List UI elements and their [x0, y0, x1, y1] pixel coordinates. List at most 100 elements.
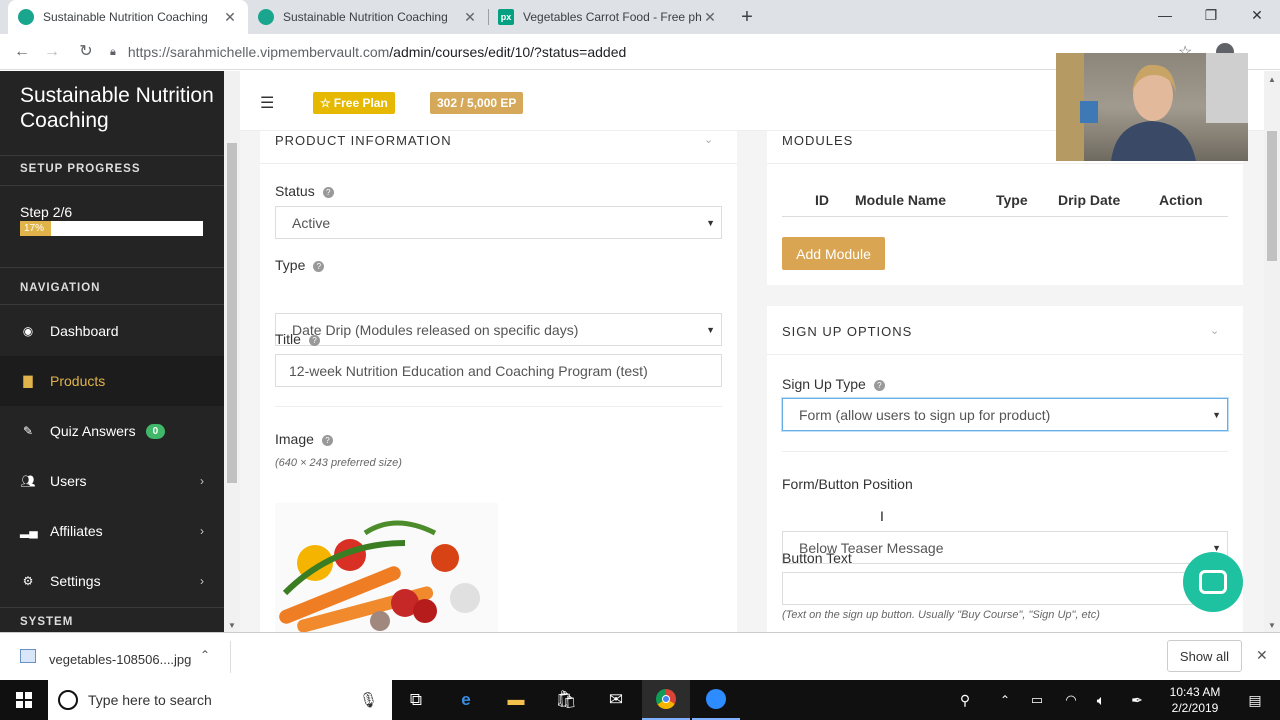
status-label: Status? [275, 183, 334, 199]
quiz-count-badge: 0 [145, 423, 166, 439]
free-plan-badge[interactable]: ☆ Free Plan [313, 92, 395, 114]
button-text-input[interactable] [782, 572, 1228, 605]
scrollbar-thumb[interactable] [1267, 131, 1277, 261]
brand-title[interactable]: Sustainable Nutrition Coaching [20, 83, 220, 133]
chat-widget-button[interactable] [1183, 552, 1243, 612]
sidebar-item-dashboard[interactable]: ◉ Dashboard [0, 306, 224, 356]
restore-icon[interactable]: ❐ [1188, 0, 1234, 30]
taskbar-search-box[interactable]: Type here to search 🎙︎ [48, 680, 392, 720]
help-icon[interactable]: ? [313, 261, 325, 272]
browser-tab-active[interactable]: Sustainable Nutrition Coaching ✕ [8, 0, 248, 34]
sidebar-item-affiliates[interactable]: ▂▄ Affiliates › [0, 506, 224, 556]
collapse-chevron-icon[interactable]: ⌄ [704, 133, 713, 146]
image-size-hint: (640 × 243 preferred size) [275, 457, 402, 469]
type-select[interactable]: Date Drip (Modules released on specific … [275, 313, 722, 346]
help-icon[interactable]: ? [308, 335, 320, 346]
show-all-button[interactable]: Show all [1167, 640, 1242, 672]
sidebar-item-settings[interactable]: ⚙ Settings › [0, 556, 224, 606]
pexels-favicon-icon: px [498, 9, 514, 25]
scroll-down-icon[interactable]: ▼ [1268, 621, 1276, 630]
file-explorer-icon[interactable]: ▬ [492, 680, 540, 720]
download-bar: vegetables-108506....jpg ⌃ Show all ✕ [0, 632, 1280, 680]
chevron-right-icon: › [200, 474, 204, 488]
collapse-chevron-icon[interactable]: ⌄ [1210, 324, 1219, 337]
minimize-icon[interactable]: — [1142, 0, 1188, 30]
divider [275, 406, 722, 407]
setup-step-label: Step 2/6 [20, 204, 73, 220]
add-module-button[interactable]: Add Module [782, 237, 885, 270]
windows-start-icon[interactable] [0, 680, 48, 720]
system-heading: SYSTEM [20, 616, 74, 628]
page-scrollbar[interactable]: ▲ ▼ [1264, 71, 1280, 632]
clock-date: 2/2/2019 [1171, 701, 1219, 715]
scroll-up-icon[interactable]: ▲ [1268, 75, 1276, 84]
users-icon: 👥︎ [20, 474, 36, 488]
browser-tab[interactable]: Sustainable Nutrition Coaching ✕ [248, 0, 488, 34]
close-tab-icon[interactable]: ✕ [222, 9, 238, 26]
chevron-right-icon: › [200, 524, 204, 538]
browser-tab-strip: Sustainable Nutrition Coaching ✕ Sustain… [0, 0, 1280, 34]
new-tab-icon[interactable]: + [736, 6, 758, 28]
url-domain: https://sarahmichelle.vipmembervault.com [127, 44, 390, 60]
microphone-icon[interactable]: 🎙︎ [359, 691, 378, 709]
close-window-icon[interactable]: ✕ [1234, 0, 1280, 30]
close-download-bar-icon[interactable]: ✕ [1256, 647, 1268, 664]
divider [0, 304, 224, 305]
site-favicon-icon [258, 9, 274, 25]
edge-icon[interactable]: e [442, 680, 490, 720]
address-bar[interactable]: 🔒︎ https://sarahmichelle.vipmembervault.… [110, 37, 1210, 67]
browser-tab[interactable]: px Vegetables Carrot Food - Free ph ✕ [488, 0, 728, 34]
main-content: PRODUCT INFORMATION ⌄ Status? Active ▼ Ty… [240, 131, 1265, 632]
product-image[interactable] [275, 503, 498, 632]
clock[interactable]: 10:43 AM 2/2/2019 [1160, 684, 1230, 716]
url-path: /admin/courses/edit/10/?status=added [389, 44, 627, 60]
type-value: Date Drip (Modules released on specific … [292, 321, 579, 338]
help-icon[interactable]: ? [322, 187, 334, 198]
zoom-icon[interactable] [692, 680, 740, 720]
navigation-heading: NAVIGATION [20, 282, 101, 294]
divider [767, 354, 1243, 355]
sidebar-item-products[interactable]: ▇ Products [0, 356, 224, 406]
close-tab-icon[interactable]: ✕ [702, 9, 718, 26]
tab-title: Sustainable Nutrition Coaching [43, 10, 208, 24]
sidebar-item-label: Affiliates [50, 523, 103, 539]
download-filename[interactable]: vegetables-108506....jpg [49, 652, 191, 667]
setup-progress-heading: SETUP PROGRESS [20, 163, 141, 175]
chart-icon: ▂▄ [20, 524, 38, 538]
scroll-down-icon[interactable]: ▼ [228, 621, 236, 630]
reload-icon[interactable]: ↻ [76, 42, 96, 62]
store-icon[interactable]: 🛍︎ [542, 680, 590, 720]
close-tab-icon[interactable]: ✕ [462, 9, 478, 26]
menu-toggle-icon[interactable]: ☰ [260, 93, 274, 113]
pen-workspace-icon[interactable]: ✒ [1114, 680, 1160, 720]
task-view-icon[interactable]: ⧉ [392, 680, 440, 720]
sign-up-type-select[interactable]: Form (allow users to sign up for product… [782, 398, 1228, 431]
product-information-heading: PRODUCT INFORMATION [275, 133, 452, 148]
chevron-up-icon[interactable]: ⌃ [200, 648, 210, 662]
status-select[interactable]: Active ▼ [275, 206, 722, 239]
column-header-action: Action [1159, 192, 1203, 208]
forward-icon[interactable]: → [42, 42, 62, 62]
ep-badge[interactable]: 302 / 5,000 EP [430, 92, 524, 114]
action-center-icon[interactable]: ▤ [1232, 680, 1278, 720]
divider [767, 163, 1243, 164]
plan-label: Free Plan [333, 96, 388, 110]
sign-up-options-panel: SIGN UP OPTIONS ⌄ Sign Up Type? Form (al… [767, 306, 1243, 632]
divider [0, 267, 224, 268]
divider [0, 607, 224, 608]
title-label: Title? [275, 331, 320, 347]
sidebar-scrollbar[interactable]: ▼ [224, 71, 240, 632]
scrollbar-thumb[interactable] [227, 143, 237, 483]
product-information-panel: PRODUCT INFORMATION ⌄ Status? Active ▼ Ty… [260, 131, 737, 632]
back-icon[interactable]: ← [12, 42, 32, 62]
chrome-icon[interactable] [642, 680, 690, 720]
title-input[interactable]: 12-week Nutrition Education and Coaching… [275, 354, 722, 387]
help-icon[interactable]: ? [321, 435, 333, 446]
sidebar-item-users[interactable]: 👥︎ Users › [0, 456, 224, 506]
dashboard-icon: ◉ [22, 324, 34, 338]
setup-progress-fill: 17% [20, 221, 52, 236]
sidebar-item-quiz-answers[interactable]: ✎ Quiz Answers 0 [0, 406, 224, 456]
caret-down-icon: ▼ [706, 324, 715, 335]
mail-icon[interactable]: ✉ [592, 680, 640, 720]
help-icon[interactable]: ? [873, 380, 885, 391]
